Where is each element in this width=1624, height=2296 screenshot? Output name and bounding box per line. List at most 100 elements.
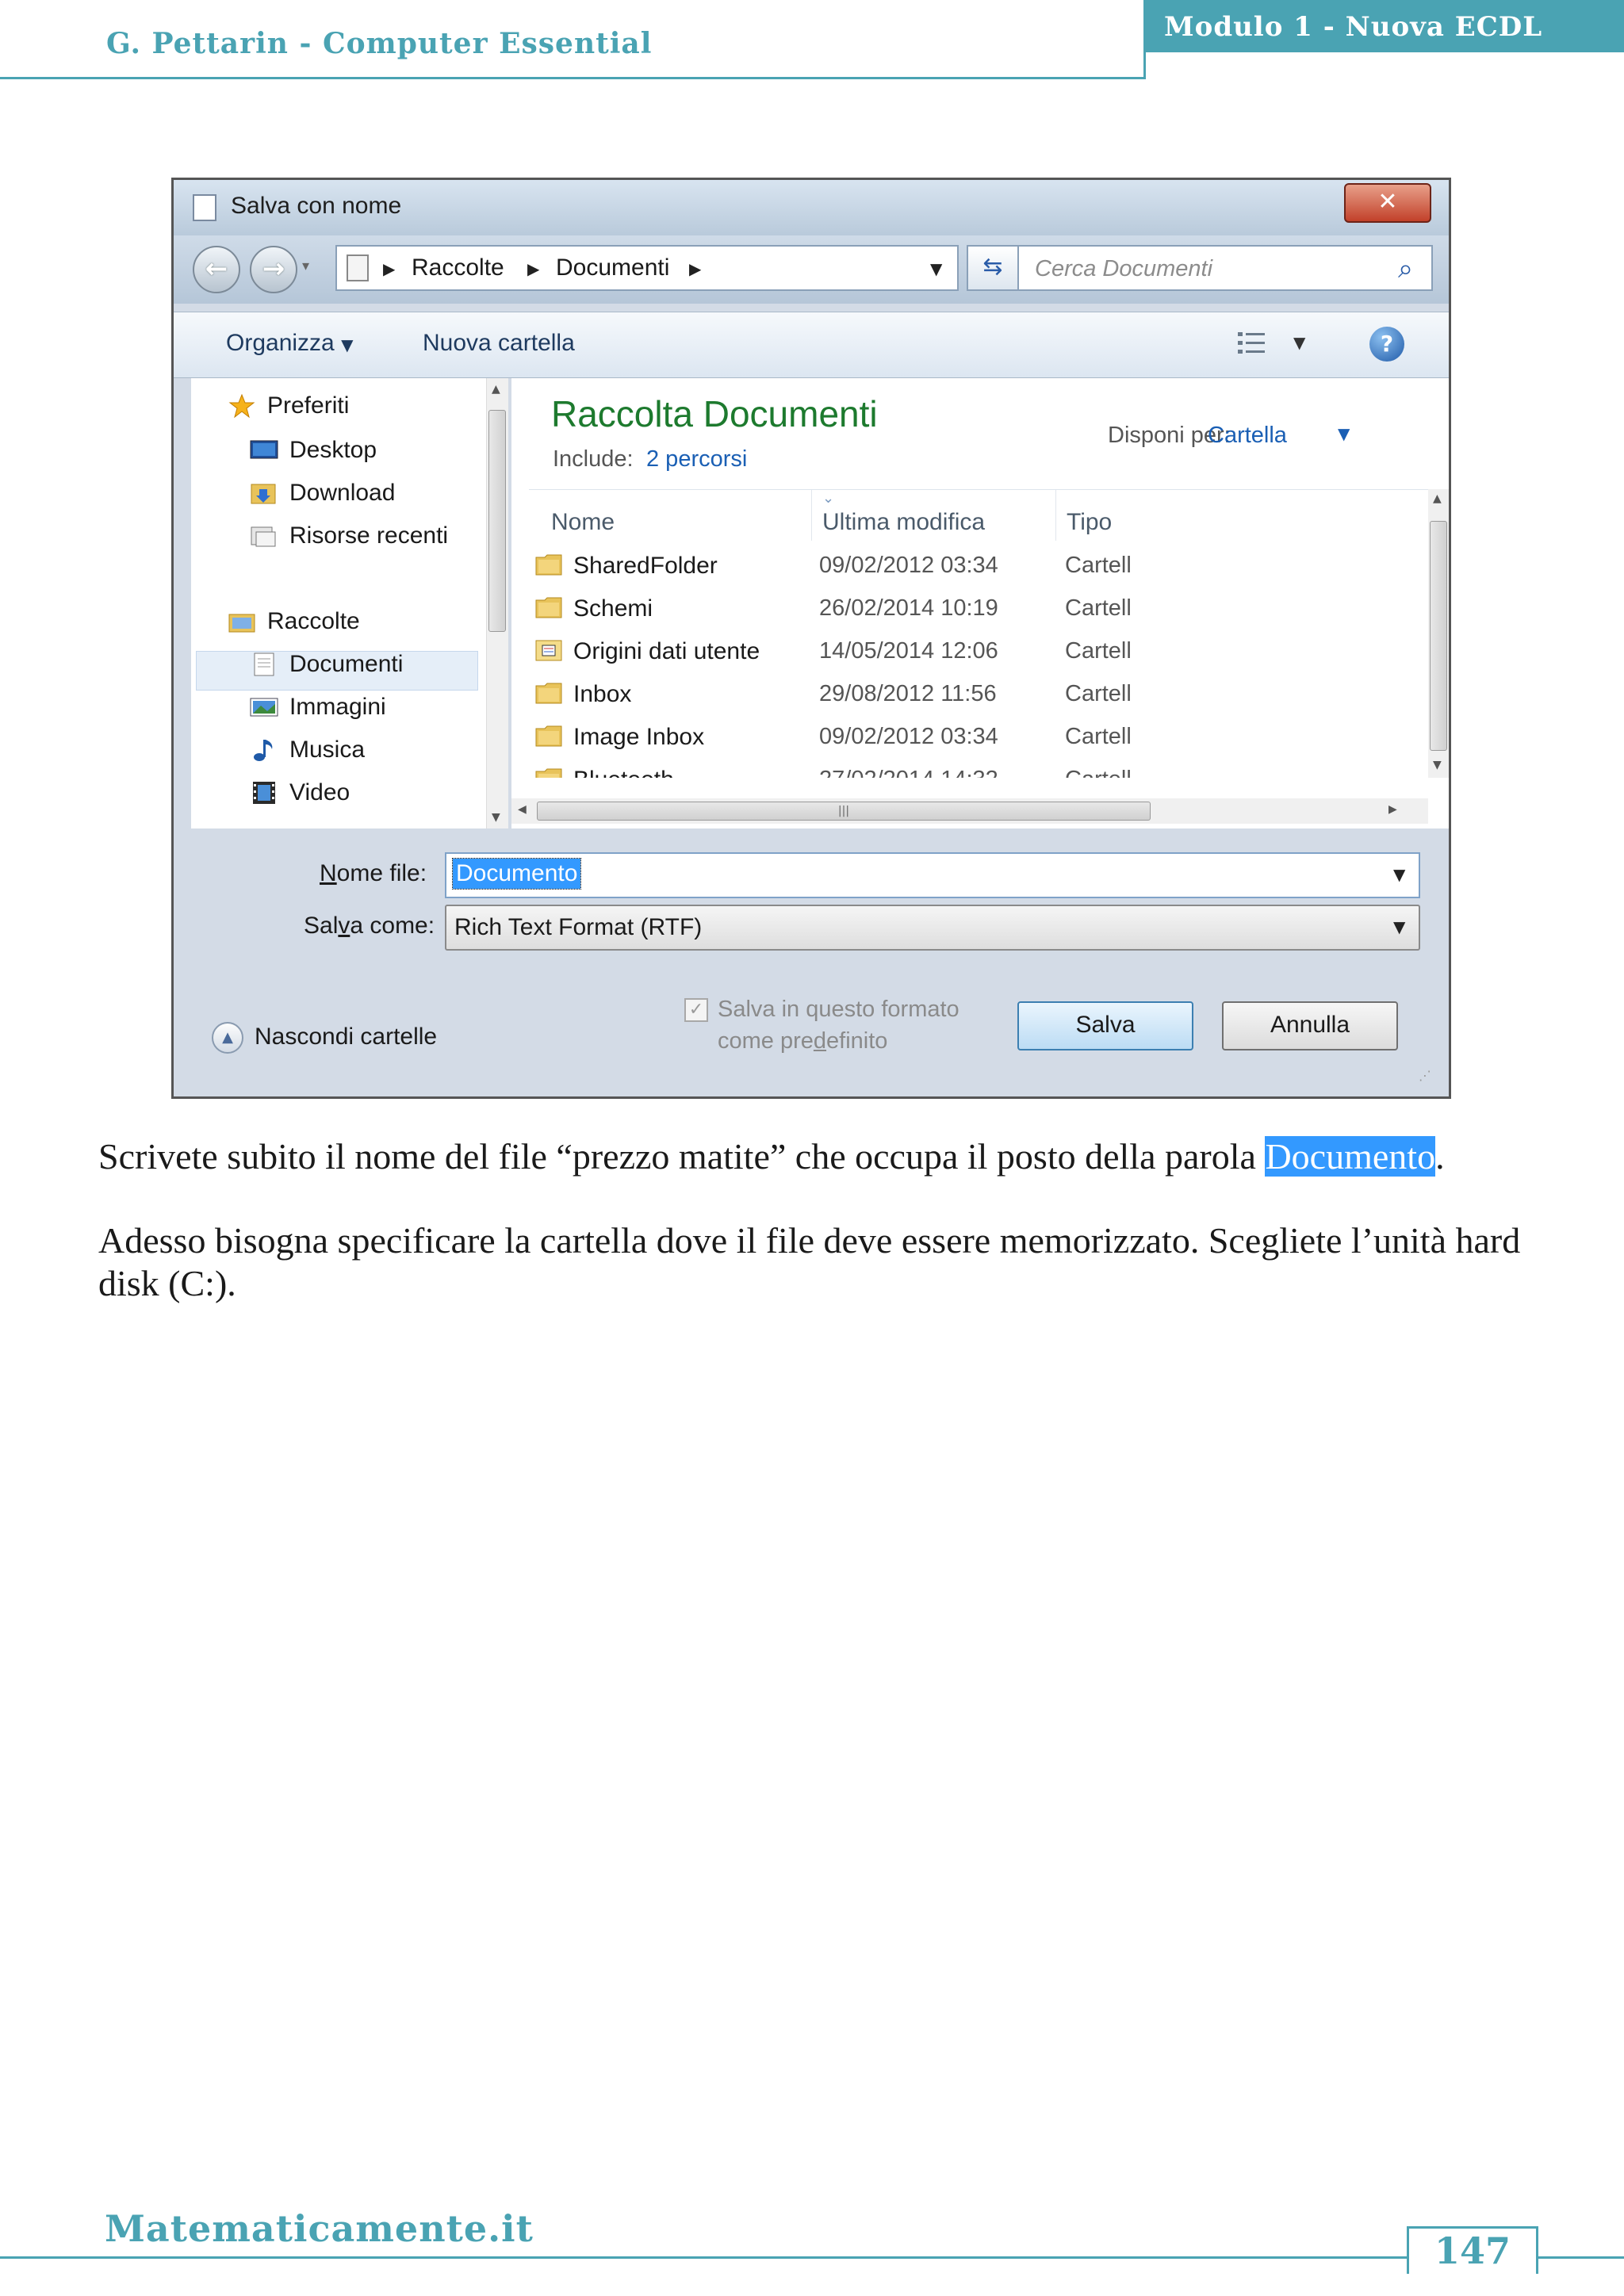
breadcrumb-chevron-icon[interactable]: ▶ (527, 259, 539, 278)
dialog-titlebar: Salva con nome ✕ (174, 180, 1449, 235)
file-row[interactable]: Inbox 29/08/2012 11:56 Cartell (529, 673, 1428, 716)
scroll-up-icon[interactable]: ▲ (492, 383, 500, 396)
nav-scroll-thumb[interactable] (488, 410, 506, 632)
file-type: Cartell (1065, 553, 1132, 578)
file-row[interactable]: Origini dati utente 14/05/2014 12:06 Carte… (529, 630, 1428, 673)
chevron-down-icon[interactable]: ▼ (1393, 917, 1405, 936)
column-header-modified[interactable]: Ultima modifica (822, 509, 985, 536)
organize-menu-button[interactable]: Organizza ▼ (226, 330, 353, 357)
column-header-row: ⌄ Nome Ultima modifica Tipo (529, 489, 1428, 541)
file-name: SharedFolder (573, 553, 718, 579)
scroll-right-icon[interactable]: ▶ (1388, 803, 1397, 816)
pictures-icon (250, 698, 278, 717)
search-input[interactable]: Cerca Documenti ⌕ (1017, 245, 1433, 291)
column-header-type[interactable]: Tipo (1067, 509, 1112, 536)
file-modified: 27/02/2014 14:32 (819, 767, 998, 778)
horizontal-scroll-thumb[interactable]: ||| (537, 802, 1151, 821)
highlighted-word: Documento (1265, 1136, 1436, 1177)
scroll-down-icon[interactable]: ▼ (492, 811, 500, 824)
chevron-down-icon[interactable]: ▼ (1338, 424, 1350, 443)
file-type: Cartell (1065, 595, 1132, 621)
refresh-icon[interactable]: ⇆ (967, 245, 1019, 291)
nav-item-label: Preferiti (267, 392, 350, 419)
change-view-icon[interactable] (1236, 330, 1268, 357)
nav-item-label: Video (289, 779, 350, 806)
back-arrow-icon[interactable]: ← (193, 246, 240, 293)
forward-arrow-icon[interactable]: → (250, 246, 297, 293)
music-icon (254, 740, 273, 761)
save-button[interactable]: Salva (1017, 1001, 1193, 1050)
cancel-button[interactable]: Annulla (1222, 1001, 1398, 1050)
file-name: Bluetooth (573, 767, 674, 778)
breadcrumb-documenti[interactable]: Documenti (556, 254, 669, 281)
file-modified: 09/02/2012 03:34 (819, 553, 998, 578)
column-divider[interactable] (811, 490, 812, 541)
library-title: Raccolta Documenti (551, 393, 878, 434)
file-modified: 09/02/2012 03:34 (819, 724, 998, 749)
file-name: Image Inbox (573, 724, 705, 750)
column-header-name[interactable]: Nome (551, 509, 615, 536)
scroll-down-icon[interactable]: ▼ (1433, 759, 1442, 771)
save-type-value: Rich Text Format (RTF) (454, 914, 703, 940)
file-modified: 26/02/2014 10:19 (819, 595, 998, 621)
folder-icon (535, 597, 562, 618)
folder-icon (535, 683, 562, 704)
scroll-left-icon[interactable]: ◀ (518, 803, 527, 816)
header-author-title: G. Pettarin - Computer Essential (106, 27, 653, 60)
hide-folders-button[interactable]: Nascondi cartelle (255, 1024, 437, 1050)
view-dropdown-icon[interactable]: ▼ (1293, 333, 1305, 352)
file-list: SharedFolder 09/02/2012 03:34 Cartell Schem… (529, 545, 1428, 778)
instruction-paragraph-1: Scrivete subito il nome del file “prezzo… (98, 1136, 1445, 1177)
file-row[interactable]: Schemi 26/02/2014 10:19 Cartell (529, 587, 1428, 630)
address-navbar: ← → ▾ ▶ Raccolte ▶ Documenti ▶ ▼ ⇆ Cerca… (174, 235, 1449, 304)
file-name: Origini dati utente (573, 638, 760, 664)
filename-input[interactable]: Documento ▼ (445, 852, 1420, 898)
dialog-title: Salva con nome (231, 193, 402, 219)
nav-item-label: Musica (289, 737, 366, 763)
breadcrumb-chevron-icon[interactable]: ▶ (383, 259, 395, 278)
chevron-up-icon[interactable]: ▲ (212, 1022, 243, 1054)
scroll-up-icon[interactable]: ▲ (1433, 492, 1442, 505)
filename-label: Nome file: (320, 860, 427, 886)
file-modified: 29/08/2012 11:56 (819, 681, 997, 706)
data-sources-folder-icon (535, 640, 562, 661)
star-icon (228, 394, 255, 418)
file-list-hscrollbar[interactable]: ◀ ||| ▶ (511, 798, 1428, 824)
address-dropdown-icon[interactable]: ▼ (930, 259, 942, 278)
chevron-down-icon[interactable]: ▼ (1393, 865, 1405, 884)
footer-site-name: Matematicamente.it (105, 2207, 534, 2250)
include-label: Include: (553, 446, 634, 472)
breadcrumb-raccolte[interactable]: Raccolte (412, 254, 504, 281)
command-toolbar: Organizza ▼ Nuova cartella ▼ ? (174, 312, 1449, 378)
file-name: Schemi (573, 595, 653, 622)
folder-icon (535, 768, 562, 778)
help-icon[interactable]: ? (1369, 327, 1404, 362)
close-button[interactable]: ✕ (1344, 183, 1431, 223)
file-row[interactable]: Image Inbox 09/02/2012 03:34 Cartell (529, 716, 1428, 759)
arrange-by-dropdown[interactable]: Cartella (1208, 423, 1287, 449)
header-module-title: Modulo 1 - Nuova ECDL (1164, 11, 1543, 43)
file-list-vscrollbar[interactable]: ▲ ▼ (1428, 489, 1449, 778)
file-row[interactable]: SharedFolder 09/02/2012 03:34 Cartell (529, 545, 1428, 587)
filename-selected-text[interactable]: Documento (451, 858, 582, 890)
resize-grip-icon[interactable]: ⋰ (1419, 1068, 1431, 1083)
desktop-icon (250, 440, 278, 459)
new-folder-button[interactable]: Nuova cartella (423, 330, 575, 357)
nav-scrollbar[interactable]: ▲ ▼ (486, 378, 508, 828)
default-format-checkbox[interactable]: ✓ (684, 998, 708, 1022)
file-modified: 14/05/2014 12:06 (819, 638, 998, 664)
file-row[interactable]: Bluetooth 27/02/2014 14:32 Cartell (529, 759, 1428, 778)
folder-icon (535, 554, 562, 576)
search-icon[interactable]: ⌕ (1398, 253, 1413, 285)
history-dropdown-icon[interactable]: ▾ (302, 258, 309, 274)
chevron-down-icon: ▼ (341, 335, 354, 354)
save-type-select[interactable]: Rich Text Format (RTF) ▼ (445, 905, 1420, 951)
vertical-scroll-thumb[interactable] (1430, 521, 1447, 751)
include-paths-link[interactable]: 2 percorsi (646, 446, 747, 473)
folder-icon (535, 725, 562, 747)
file-name: Inbox (573, 681, 632, 707)
column-divider[interactable] (1055, 490, 1056, 541)
breadcrumb-chevron-icon[interactable]: ▶ (689, 259, 701, 278)
download-folder-icon (251, 484, 276, 504)
address-bar[interactable]: ▶ Raccolte ▶ Documenti ▶ ▼ (335, 245, 959, 291)
